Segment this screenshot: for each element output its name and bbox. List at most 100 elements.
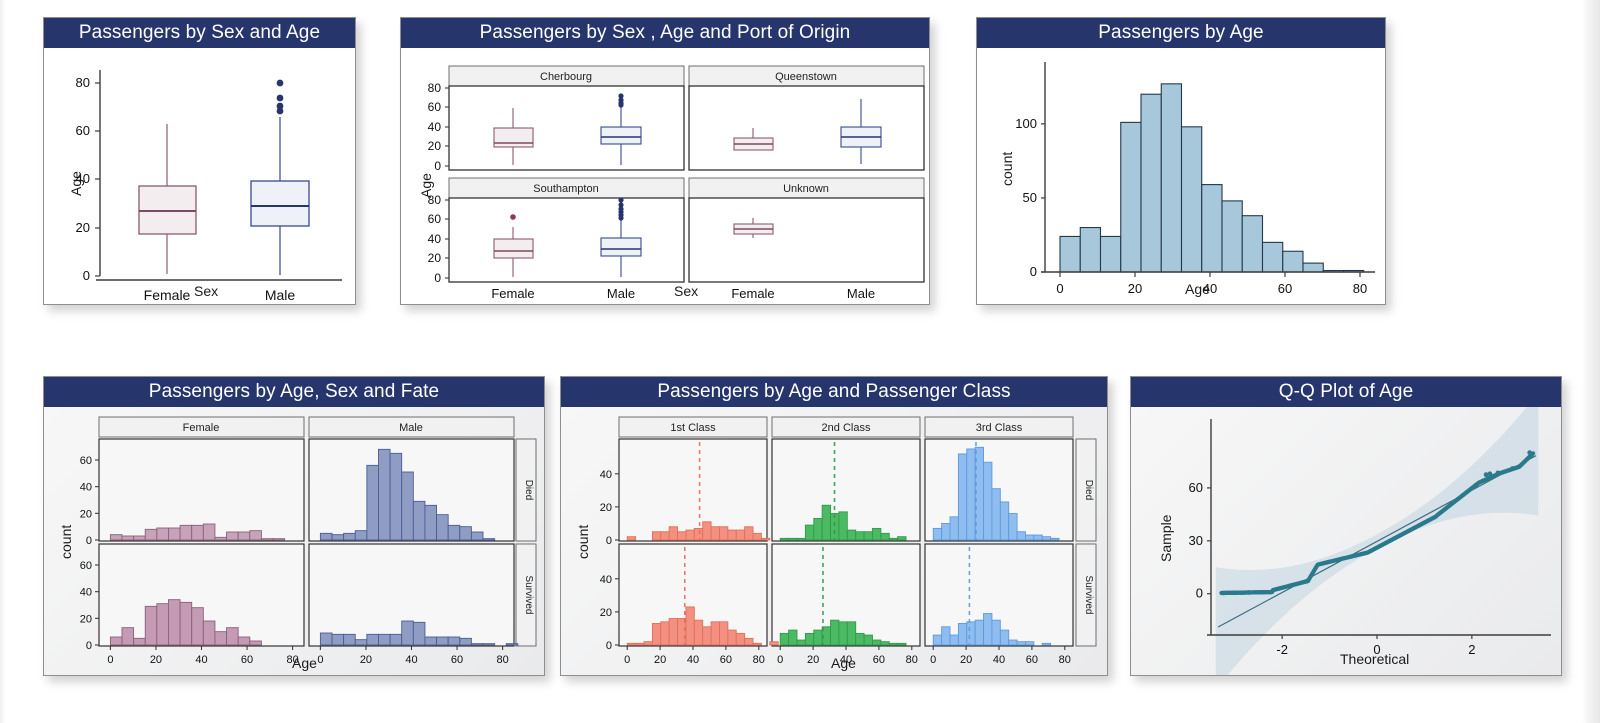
qq-plot-svg: 03060-2 0 2: [1189, 393, 1551, 690]
x-axis-label-age: Age: [831, 655, 856, 671]
svg-text:20: 20: [600, 502, 612, 514]
y-axis-label-age: Age: [418, 173, 434, 198]
svg-text:0: 0: [1196, 586, 1203, 601]
plot-qq-age: 0 30 60 -2 0 2 Theoretical Sample: [1131, 393, 1561, 690]
svg-text:0: 0: [606, 535, 612, 547]
xtick-female: Female: [144, 287, 191, 303]
svg-text:20: 20: [360, 654, 372, 666]
facet-grid-fate-svg: Female Male Died Survived 0 20 40 60 0 20 40 60…: [80, 416, 537, 666]
svg-text:80: 80: [76, 75, 90, 90]
svg-text:0: 0: [1030, 264, 1037, 279]
svg-text:20: 20: [80, 613, 92, 625]
svg-text:Male: Male: [399, 422, 423, 434]
svg-text:20: 20: [960, 654, 972, 666]
panel-qq-plot-of-age[interactable]: Q-Q Plot of Age 0 30 60 -2 0 2 Theoretical Sa…: [1130, 376, 1562, 690]
svg-text:40: 40: [80, 482, 92, 494]
svg-text:-2: -2: [1276, 642, 1288, 657]
plot-passengers-by-sex-age-port: Cherbourg Queenstown Southampton Unknown…: [401, 48, 929, 304]
svg-text:Male: Male: [847, 286, 875, 301]
plot-passengers-by-sex-and-age: 0 20 40 60 80 Female Male Sex Age: [44, 48, 355, 304]
y-axis-label-age: Age: [68, 171, 84, 196]
svg-text:20: 20: [600, 607, 612, 619]
svg-text:100: 100: [1015, 116, 1037, 131]
xtick-male: Male: [265, 287, 296, 303]
svg-text:1st Class: 1st Class: [670, 422, 716, 434]
facet-grid-class-svg: 1st Class 2nd Class 3rd Class Died Survi…: [600, 416, 1097, 666]
svg-text:0: 0: [1056, 281, 1063, 296]
svg-text:60: 60: [428, 212, 442, 226]
svg-text:40: 40: [80, 587, 92, 599]
svg-text:20: 20: [150, 654, 162, 666]
svg-text:60: 60: [76, 123, 90, 138]
svg-text:0: 0: [107, 654, 113, 666]
panel-title-passengers-by-age-and-class: Passengers by Age and Passenger Class: [561, 377, 1107, 407]
x-axis-label-theoretical: Theoretical: [1340, 651, 1410, 667]
panel-passengers-by-age-sex-fate[interactable]: Passengers by Age, Sex and Fate Female M…: [43, 376, 545, 676]
svg-text:3rd Class: 3rd Class: [976, 422, 1023, 434]
y-axis-label-count: count: [58, 524, 74, 559]
panel-title-passengers-by-age: Passengers by Age: [977, 18, 1385, 48]
svg-text:30: 30: [1189, 533, 1203, 548]
svg-text:Female: Female: [731, 286, 774, 301]
panel-passengers-by-sex-age-port[interactable]: Passengers by Sex , Age and Port of Orig…: [400, 17, 930, 305]
svg-text:20: 20: [1128, 281, 1142, 296]
svg-text:0: 0: [624, 654, 630, 666]
svg-text:Southampton: Southampton: [533, 183, 598, 195]
svg-text:80: 80: [428, 81, 442, 95]
svg-text:40: 40: [428, 120, 442, 134]
svg-text:40: 40: [405, 654, 417, 666]
svg-text:Cherbourg: Cherbourg: [540, 71, 592, 83]
svg-text:60: 60: [720, 654, 732, 666]
panel-passengers-by-age[interactable]: Passengers by Age 0 50 100 0 20 40 60 80 Age c…: [976, 17, 1386, 305]
svg-text:20: 20: [80, 508, 92, 520]
svg-text:60: 60: [873, 654, 885, 666]
panel-title-passengers-by-sex-and-age: Passengers by Sex and Age: [44, 18, 355, 48]
svg-text:0: 0: [317, 654, 323, 666]
svg-text:60: 60: [1026, 654, 1038, 666]
x-axis-label-age: Age: [292, 655, 317, 671]
svg-text:2: 2: [1468, 642, 1475, 657]
svg-text:40: 40: [600, 469, 612, 481]
svg-text:60: 60: [1189, 480, 1203, 495]
svg-text:50: 50: [1023, 190, 1037, 205]
panel-title-qq-plot-of-age: Q-Q Plot of Age: [1131, 377, 1561, 407]
page-edge-left: [0, 0, 6, 723]
histogram-age-svg: 050100 0 20 40 60 80: [1015, 62, 1375, 296]
x-axis-label-age: Age: [1185, 281, 1210, 297]
svg-text:2nd Class: 2nd Class: [822, 422, 871, 434]
x-axis-label-sex: Sex: [674, 283, 699, 299]
svg-text:80: 80: [753, 654, 765, 666]
svg-text:20: 20: [428, 251, 442, 265]
svg-text:80: 80: [1059, 654, 1071, 666]
svg-text:40: 40: [687, 654, 699, 666]
panel-passengers-by-sex-and-age[interactable]: Passengers by Sex and Age 0 20 40 60 80: [43, 17, 356, 305]
y-axis-label-sample: Sample: [1158, 514, 1174, 562]
svg-text:Female: Female: [183, 422, 220, 434]
svg-text:60: 60: [80, 560, 92, 572]
svg-text:0: 0: [86, 640, 92, 652]
plot-passengers-by-age: 0 50 100 0 20 40 60 80 Age count: [977, 48, 1385, 304]
svg-text:0: 0: [434, 159, 441, 173]
svg-text:Survived: Survived: [1083, 576, 1094, 615]
svg-text:60: 60: [1278, 281, 1292, 296]
svg-text:80: 80: [906, 654, 918, 666]
svg-text:0: 0: [606, 640, 612, 652]
x-axis-label-sex: Sex: [194, 283, 219, 299]
boxplot-sex-age-svg: 0 20 40 60 80 Female Male: [76, 70, 342, 303]
svg-text:Queenstown: Queenstown: [775, 71, 837, 83]
svg-text:0: 0: [777, 654, 783, 666]
y-axis-label-count: count: [999, 151, 1015, 186]
svg-text:0: 0: [930, 654, 936, 666]
svg-text:Died: Died: [1083, 480, 1094, 501]
panel-title-passengers-by-sex-age-port: Passengers by Sex , Age and Port of Orig…: [401, 18, 929, 48]
y-axis-label-count: count: [575, 524, 591, 559]
svg-text:0: 0: [434, 271, 441, 285]
svg-text:60: 60: [451, 654, 463, 666]
page-edge-right: [1582, 0, 1600, 723]
svg-text:20: 20: [76, 220, 90, 235]
svg-text:20: 20: [807, 654, 819, 666]
panel-passengers-by-age-and-class[interactable]: Passengers by Age and Passenger Class 1s…: [560, 376, 1108, 676]
svg-text:40: 40: [428, 232, 442, 246]
svg-text:Died: Died: [523, 480, 534, 501]
svg-text:40: 40: [993, 654, 1005, 666]
